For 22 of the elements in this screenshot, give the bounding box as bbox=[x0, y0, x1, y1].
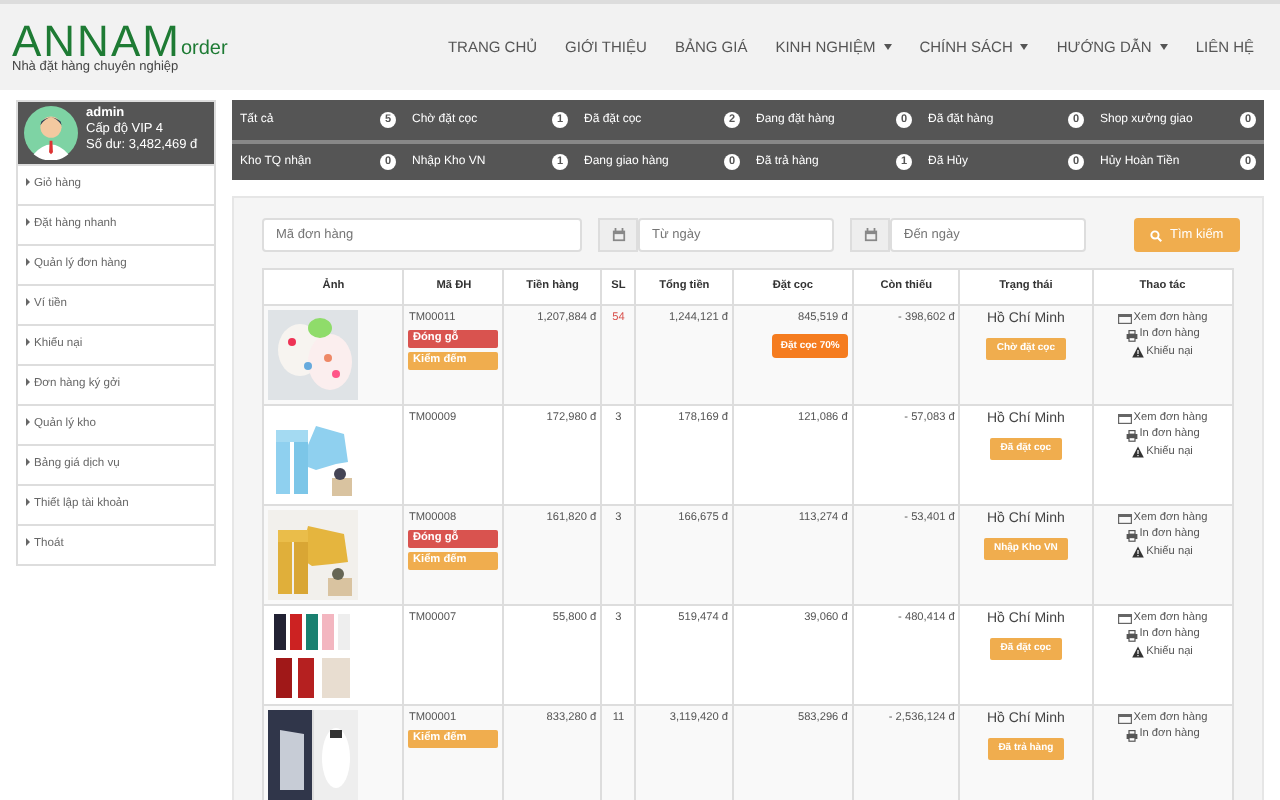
window-icon bbox=[1117, 413, 1132, 424]
avatar-icon bbox=[24, 106, 78, 160]
printer-icon bbox=[1125, 629, 1138, 642]
logo-suffix: order bbox=[180, 35, 228, 64]
search-icon bbox=[1150, 229, 1162, 241]
caret-icon bbox=[883, 44, 892, 50]
printer-icon bbox=[1125, 329, 1138, 342]
warning-icon bbox=[1132, 345, 1145, 358]
caret-icon bbox=[1020, 44, 1029, 50]
window-icon bbox=[1117, 713, 1132, 724]
window-icon bbox=[1117, 613, 1132, 624]
printer-icon bbox=[1125, 729, 1138, 742]
window-icon bbox=[1117, 313, 1132, 324]
printer-icon bbox=[1125, 529, 1138, 542]
warning-icon bbox=[1132, 445, 1145, 458]
warning-icon bbox=[1132, 545, 1145, 558]
caret-icon bbox=[1159, 44, 1168, 50]
printer-icon bbox=[1125, 429, 1138, 442]
calendar-icon bbox=[598, 218, 638, 252]
window-icon bbox=[1117, 513, 1132, 524]
warning-icon bbox=[1132, 645, 1145, 658]
calendar-icon bbox=[850, 218, 890, 252]
